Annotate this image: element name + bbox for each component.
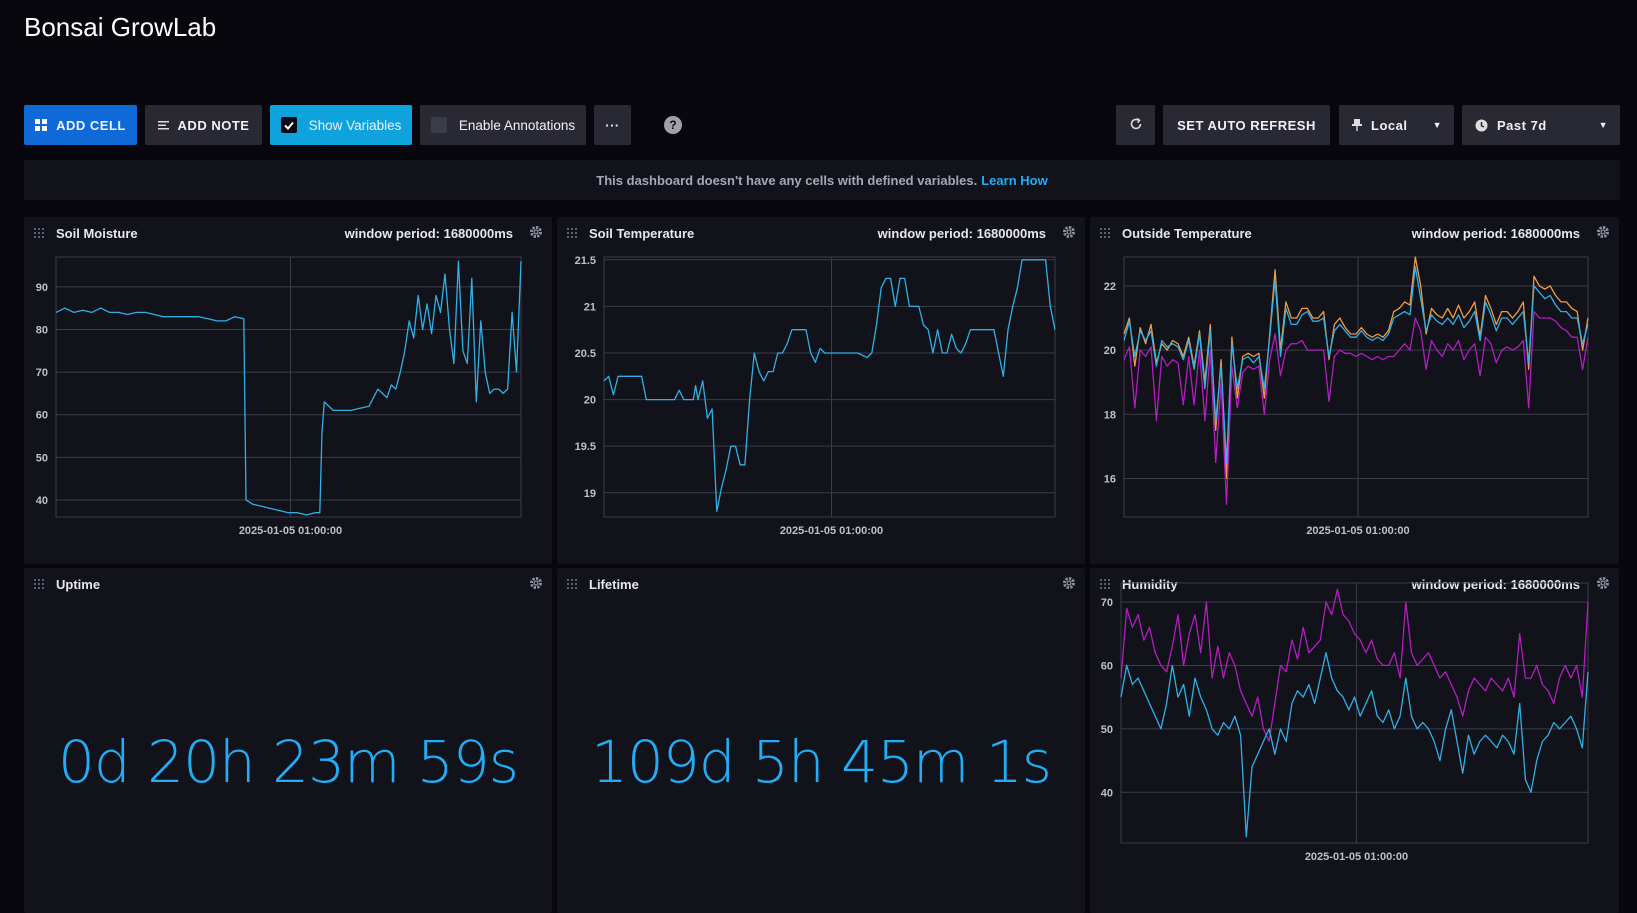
timezone-dropdown[interactable]: Local ▼ — [1339, 105, 1454, 145]
cell-header: Lifetime — [557, 568, 1085, 598]
refresh-icon — [1129, 117, 1143, 134]
gear-icon[interactable] — [529, 576, 543, 590]
y-tick-label: 50 — [36, 452, 48, 464]
refresh-button[interactable] — [1116, 105, 1155, 145]
learn-how-link[interactable]: Learn How — [981, 173, 1047, 188]
add-note-button[interactable]: ADD NOTE — [145, 105, 262, 145]
x-tick-label: 2025-01-05 01:00:00 — [239, 525, 342, 537]
drag-handle-icon[interactable] — [567, 579, 577, 589]
enable-annotations-toggle[interactable]: Enable Annotations — [420, 105, 586, 145]
gear-icon[interactable] — [1062, 576, 1076, 590]
cell-humidity: Humidity window period: 1680000ms 70 60 50… — [1090, 568, 1619, 913]
y-tick-label: 16 — [1104, 473, 1116, 485]
drag-handle-icon[interactable] — [34, 579, 44, 589]
set-auto-refresh-label: SET AUTO REFRESH — [1177, 117, 1316, 133]
grid-icon — [35, 119, 48, 131]
show-variables-toggle[interactable]: Show Variables — [270, 105, 412, 145]
cell-uptime: Uptime 0d 20h 23m 59s — [24, 568, 552, 913]
show-variables-label: Show Variables — [308, 117, 402, 133]
y-tick-label: 18 — [1104, 409, 1116, 421]
chevron-down-icon: ▼ — [1432, 120, 1442, 130]
cell-lifetime: Lifetime 109d 5h 45m 1s — [557, 568, 1085, 913]
y-tick-label: 50 — [1101, 724, 1113, 736]
checkbox-unchecked-icon — [430, 117, 447, 133]
y-tick-label: 20 — [1104, 345, 1116, 357]
y-tick-label: 60 — [36, 410, 48, 422]
soil-temperature-chart: 21.5 21 20.5 20 19.5 19 2025-01-05 01:00:00 — [575, 255, 1056, 537]
soil-moisture-chart: 90 80 70 60 50 40 2025-01-05 01:00:00 — [36, 256, 522, 537]
cell-title: Lifetime — [589, 577, 639, 592]
add-cell-button[interactable]: ADD CELL — [24, 105, 137, 145]
cell-title: Uptime — [56, 577, 101, 592]
cell-outside-temperature: Outside Temperature window period: 16800… — [1090, 217, 1619, 564]
y-tick-label: 40 — [1101, 787, 1113, 799]
y-tick-label: 19 — [584, 488, 596, 500]
add-cell-label: ADD CELL — [56, 117, 126, 133]
y-tick-label: 80 — [36, 324, 48, 336]
set-auto-refresh-button[interactable]: SET AUTO REFRESH — [1163, 105, 1330, 145]
chevron-down-icon: ▼ — [1598, 120, 1608, 130]
clock-icon — [1475, 119, 1488, 132]
y-tick-label: 70 — [1101, 597, 1113, 609]
cell-soil-temperature: Soil Temperature window period: 1680000m… — [557, 217, 1085, 564]
help-icon[interactable]: ? — [664, 116, 682, 134]
y-tick-label: 20.5 — [575, 348, 596, 360]
y-tick-label: 21 — [584, 301, 596, 313]
add-note-label: ADD NOTE — [177, 117, 250, 133]
cell-soil-moisture: Soil Moisture window period: 1680000ms 9… — [24, 217, 552, 564]
plot-frame — [603, 256, 1056, 518]
checkbox-checked-icon — [280, 117, 297, 133]
pin-icon — [1352, 119, 1362, 131]
humidity-chart: 70 60 50 40 2025-01-05 01:00:00 — [1101, 582, 1589, 863]
series-line — [55, 260, 522, 516]
y-tick-label: 22 — [1104, 281, 1116, 293]
y-tick-label: 60 — [1101, 660, 1113, 672]
cell-header: Uptime — [24, 568, 552, 598]
y-tick-label: 20 — [584, 395, 596, 407]
x-tick-label: 2025-01-05 01:00:00 — [1305, 851, 1408, 863]
plot-frame — [1120, 582, 1589, 844]
banner-text: This dashboard doesn't have any cells wi… — [596, 172, 978, 188]
x-tick-label: 2025-01-05 01:00:00 — [780, 525, 883, 537]
more-options-button[interactable]: ··· — [594, 105, 631, 145]
variables-banner: This dashboard doesn't have any cells wi… — [24, 160, 1620, 200]
uptime-value: 0d 20h 23m 59s — [58, 728, 519, 796]
plot-frame — [55, 256, 522, 518]
series-line — [1120, 652, 1589, 838]
series-line — [603, 259, 1056, 513]
y-tick-label: 70 — [36, 367, 48, 379]
time-range-dropdown[interactable]: Past 7d ▼ — [1462, 105, 1620, 145]
x-tick-label: 2025-01-05 01:00:00 — [1306, 525, 1409, 537]
y-tick-label: 21.5 — [575, 255, 596, 267]
dashboard-toolbar: ADD CELL ADD NOTE Show Variables Enable … — [24, 105, 1620, 145]
dashboard-title: Bonsai GrowLab — [24, 12, 217, 42]
y-tick-label: 90 — [36, 282, 48, 294]
ellipsis-icon: ··· — [605, 117, 620, 133]
series-line — [1123, 310, 1589, 505]
note-icon — [157, 120, 169, 131]
y-tick-label: 19.5 — [575, 441, 596, 453]
timezone-label: Local — [1371, 117, 1408, 133]
time-range-label: Past 7d — [1497, 117, 1547, 133]
lifetime-value: 109d 5h 45m 1s — [591, 728, 1052, 796]
y-tick-label: 40 — [36, 495, 48, 507]
enable-annotations-label: Enable Annotations — [458, 117, 576, 133]
series-line — [1123, 265, 1589, 464]
outside-temperature-chart: 22 20 18 16 2025-01-05 01:00:00 — [1104, 256, 1589, 537]
